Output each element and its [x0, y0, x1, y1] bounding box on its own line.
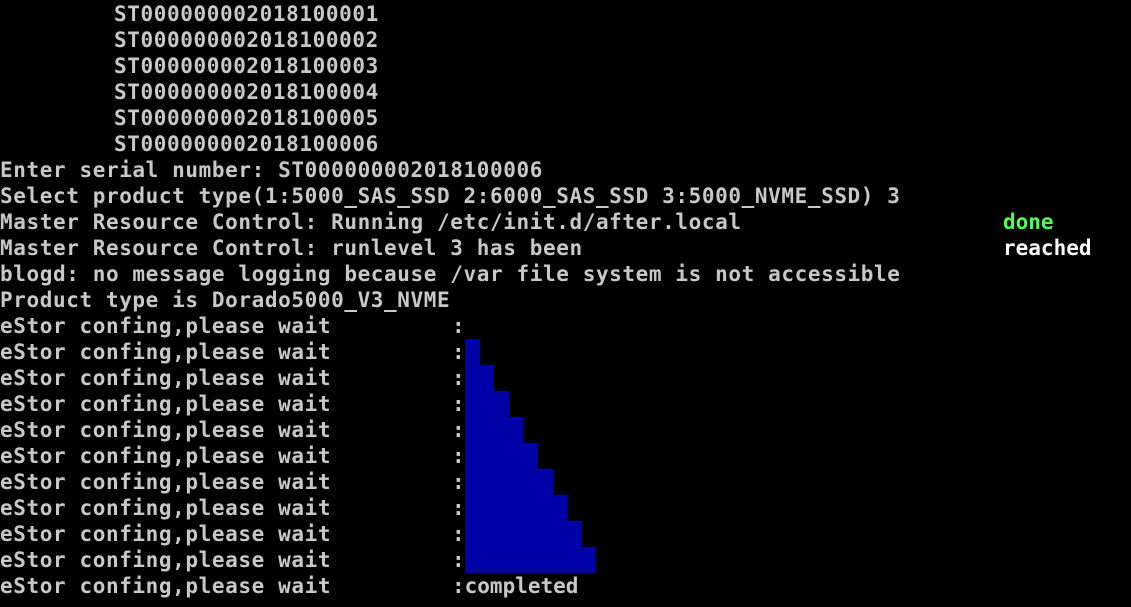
estor-progress-bar: [465, 521, 582, 547]
serial-list-item: ST000000002018100005: [114, 106, 379, 130]
serial-list-item: ST000000002018100004: [114, 80, 379, 104]
estor-wait-label: eStor confing,please wait: [0, 444, 332, 468]
serial-number-prompt: Enter serial number: ST00000000201810000…: [0, 158, 543, 182]
estor-progress-bar: [465, 339, 480, 365]
mrc-runlevel-message: Master Resource Control: runlevel 3 has …: [0, 236, 583, 260]
estor-wait-colon: :: [452, 470, 465, 494]
estor-wait-label: eStor confing,please wait: [0, 522, 332, 546]
estor-wait-colon: :: [452, 340, 465, 364]
estor-wait-colon: :: [452, 444, 465, 468]
status-done-label: done: [1003, 210, 1054, 234]
product-type-message: Product type is Dorado5000_V3_NVME: [0, 288, 451, 312]
serial-list-item: ST000000002018100001: [114, 2, 379, 26]
estor-progress-bar: [465, 417, 523, 443]
estor-wait-colon: :: [452, 392, 465, 416]
estor-wait-label: eStor confing,please wait: [0, 496, 332, 520]
estor-progress-bar: [465, 443, 538, 469]
estor-progress-bar: [465, 469, 553, 495]
estor-wait-colon: :: [452, 522, 465, 546]
product-type-prompt: Select product type(1:5000_SAS_SSD 2:600…: [0, 184, 901, 208]
estor-wait-colon: :: [452, 548, 465, 572]
estor-wait-label: eStor confing,please wait: [0, 548, 332, 572]
estor-wait-colon: :: [452, 314, 465, 338]
estor-progress-bar: [465, 495, 567, 521]
estor-wait-label: eStor confing,please wait: [0, 470, 332, 494]
estor-progress-bar: [465, 365, 494, 391]
blogd-message: blogd: no message logging because /var f…: [0, 262, 901, 286]
status-reached-label: reached: [1003, 236, 1092, 260]
estor-wait-colon: :: [452, 418, 465, 442]
estor-wait-label: eStor confing,please wait: [0, 340, 332, 364]
mrc-after-local-message: Master Resource Control: Running /etc/in…: [0, 210, 742, 234]
terminal-screen: ST000000002018100001 ST00000000201810000…: [0, 0, 1131, 607]
estor-wait-label: eStor confing,please wait: [0, 392, 332, 416]
serial-list-item: ST000000002018100006: [114, 132, 379, 156]
serial-list-item: ST000000002018100002: [114, 28, 379, 52]
estor-progress-bar: [465, 547, 596, 573]
estor-wait-colon: :: [452, 496, 465, 520]
estor-completed-text: :completed: [452, 574, 579, 598]
estor-wait-label: eStor confing,please wait: [0, 314, 332, 338]
estor-wait-colon: :: [452, 366, 465, 390]
estor-wait-label: eStor confing,please wait: [0, 366, 332, 390]
estor-wait-label: eStor confing,please wait: [0, 574, 332, 598]
serial-list-item: ST000000002018100003: [114, 54, 379, 78]
estor-wait-label: eStor confing,please wait: [0, 418, 332, 442]
estor-progress-bar: [465, 391, 509, 417]
